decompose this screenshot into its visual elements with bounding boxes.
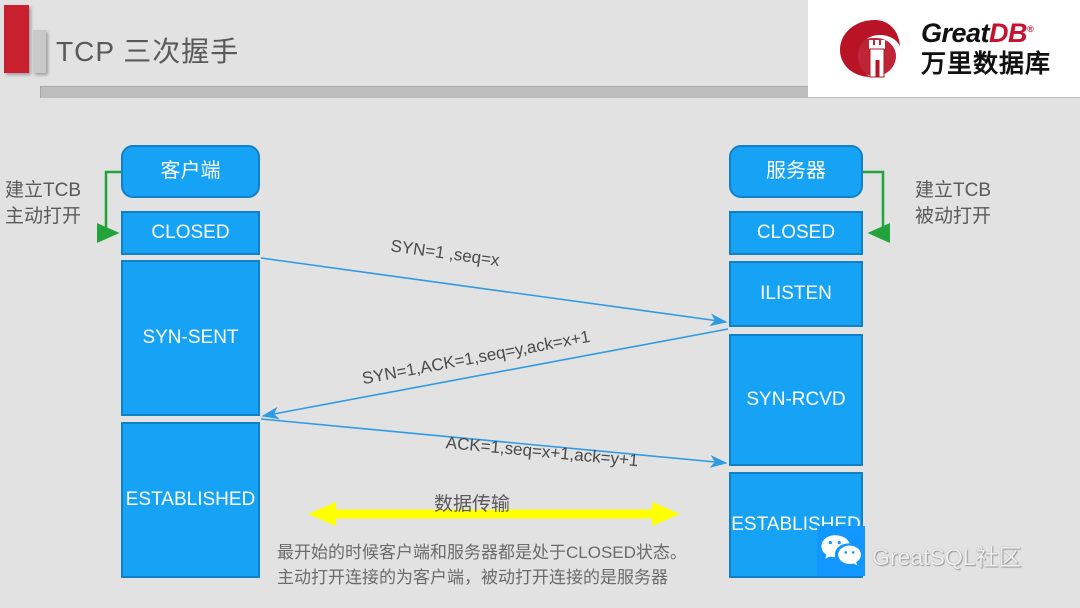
header-accent-bar-gray: [33, 30, 46, 73]
page-title: TCP 三次握手: [56, 36, 240, 67]
server-header-node: 服务器: [729, 145, 863, 198]
client-tcb-connector: [97, 170, 121, 243]
client-state-closed: CLOSED: [121, 211, 260, 255]
server-state-listen: ILISTEN: [729, 261, 863, 327]
server-tcb-connector: [863, 170, 890, 243]
footnote-text: 最开始的时候客户端和服务器都是处于CLOSED状态。 主动打开连接的为客户端，被…: [277, 543, 687, 587]
slide-canvas: TCP 三次握手 GreatDB® 万里数据库 客户端 CLOSED SYN-S…: [0, 0, 1080, 608]
message-label-2: SYN=1,ACK=1,seq=y,ack=x+1: [360, 326, 592, 389]
logo-chinese-name: 万里数据库: [920, 50, 1051, 78]
client-state-established: ESTABLISHED: [121, 422, 260, 578]
logo-word-db: DB: [989, 18, 1028, 48]
message-label-1: SYN=1 ,seq=x: [389, 236, 501, 270]
wechat-icon: [817, 526, 865, 576]
server-tcb-note: 建立TCB 被动打开: [915, 180, 992, 228]
message-label-3: ACK=1,seq=x+1,ack=y+1: [445, 433, 640, 471]
logo-trademark: ®: [1027, 24, 1034, 34]
client-tcb-note: 建立TCB 主动打开: [5, 180, 82, 228]
server-state-closed: CLOSED: [729, 211, 863, 255]
client-header-node: 客户端: [121, 145, 260, 198]
server-state-syn-rcvd: SYN-RCVD: [729, 334, 863, 466]
greatdb-logo-text: GreatDB® 万里数据库: [921, 20, 1051, 77]
greatdb-logo-mark: [839, 19, 900, 77]
data-transfer-label: 数据传输: [434, 494, 511, 515]
client-state-syn-sent: SYN-SENT: [121, 260, 260, 416]
wechat-watermark-text: GreatSQL社区: [872, 544, 1022, 570]
header-accent-bar-red: [4, 5, 29, 73]
logo-word-great: Great: [920, 18, 990, 48]
message-arrow-2: [261, 328, 729, 420]
greatdb-logo: GreatDB® 万里数据库: [808, 0, 1080, 97]
